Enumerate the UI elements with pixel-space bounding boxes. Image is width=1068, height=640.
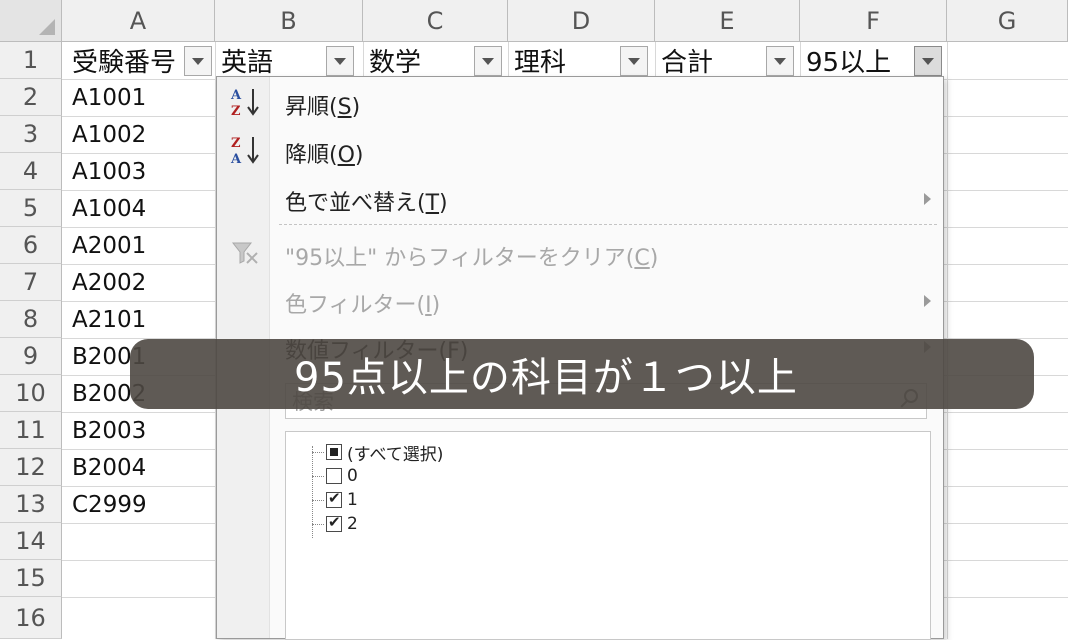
list-item[interactable]: 2 (326, 512, 358, 536)
cell-a3[interactable]: A1002 (66, 116, 214, 153)
row-header-12[interactable]: 12 (0, 449, 62, 486)
cell-a8[interactable]: A2101 (66, 301, 214, 338)
clear-filter-item[interactable]: "95以上" からフィルターをクリア(C) (285, 240, 658, 272)
row-header-8[interactable]: 8 (0, 301, 62, 338)
sort-descending-item[interactable]: 降順(O) (285, 137, 364, 169)
row-header-4[interactable]: 4 (0, 153, 62, 190)
cell-a7[interactable]: A2002 (66, 264, 214, 301)
row-header-13[interactable]: 13 (0, 486, 62, 523)
color-filter-item[interactable]: 色フィルター(I) (285, 287, 440, 319)
row-header-10[interactable]: 10 (0, 375, 62, 412)
submenu-arrow-icon (924, 193, 931, 205)
sort-ascending-item[interactable]: 昇順(S) (285, 89, 360, 121)
cell-a11[interactable]: B2003 (66, 412, 214, 449)
chevron-down-icon (482, 57, 494, 65)
clear-filter-icon (229, 239, 263, 273)
cell-a2[interactable]: A1001 (66, 79, 214, 116)
filter-values-list: (すべて選択) 0 1 2 (285, 431, 931, 640)
filter-dropdown-c[interactable] (474, 46, 502, 76)
cell-c1[interactable]: 数学 (363, 42, 473, 79)
row-header-7[interactable]: 7 (0, 264, 62, 301)
column-header-d[interactable]: D (508, 0, 655, 42)
svg-text:A: A (230, 88, 242, 103)
list-item[interactable]: 1 (326, 488, 358, 512)
row-header-9[interactable]: 9 (0, 338, 62, 375)
row-header-15[interactable]: 15 (0, 560, 62, 597)
cell-a6[interactable]: A2001 (66, 227, 214, 264)
list-item[interactable]: 0 (326, 464, 358, 488)
filter-dropdown-d[interactable] (620, 46, 648, 76)
cell-b1[interactable]: 英語 (215, 42, 325, 79)
chevron-down-icon (628, 57, 640, 65)
svg-text:Z: Z (231, 136, 241, 151)
chevron-down-icon (922, 57, 934, 65)
caption-overlay: 95点以上の科目が１つ以上 (130, 339, 1034, 409)
cell-a13[interactable]: C2999 (66, 486, 214, 523)
column-header-e[interactable]: E (655, 0, 800, 42)
filter-dropdown-b[interactable] (326, 46, 354, 76)
submenu-arrow-icon (924, 295, 931, 307)
column-header-g[interactable]: G (947, 0, 1068, 42)
cell-a1[interactable]: 受験番号 (66, 42, 184, 79)
column-header-b[interactable]: B (215, 0, 363, 42)
row-header-16[interactable]: 16 (0, 597, 62, 639)
select-all-checkbox[interactable] (326, 444, 342, 460)
chevron-down-icon (192, 57, 204, 65)
column-header-f[interactable]: F (800, 0, 947, 42)
column-header-c[interactable]: C (363, 0, 508, 42)
cell-a5[interactable]: A1004 (66, 190, 214, 227)
cell-f1[interactable]: 95以上 (800, 42, 912, 79)
list-item-select-all[interactable]: (すべて選択) (326, 440, 443, 465)
sort-az-icon: AZ (229, 85, 263, 123)
caption-text: 95点以上の科目が１つ以上 (294, 355, 798, 401)
row-header-5[interactable]: 5 (0, 190, 62, 227)
value-checkbox[interactable] (326, 513, 342, 532)
filter-dropdown-e[interactable] (766, 46, 794, 76)
row-header-1[interactable]: 1 (0, 42, 62, 79)
select-all-corner[interactable] (0, 0, 62, 42)
value-checkbox[interactable] (326, 468, 342, 484)
row-header-11[interactable]: 11 (0, 412, 62, 449)
cell-d1[interactable]: 理科 (508, 42, 618, 79)
cell-a12[interactable]: B2004 (66, 449, 214, 486)
row-header-2[interactable]: 2 (0, 79, 62, 116)
filter-dropdown-a[interactable] (184, 46, 212, 76)
value-checkbox[interactable] (326, 489, 342, 508)
svg-text:Z: Z (231, 104, 241, 119)
sort-by-color-item[interactable]: 色で並べ替え(T) (285, 185, 448, 217)
chevron-down-icon (334, 57, 346, 65)
row-header-3[interactable]: 3 (0, 116, 62, 153)
filter-dropdown-f[interactable] (914, 46, 942, 76)
sort-za-icon: ZA (229, 133, 263, 171)
cell-e1[interactable]: 合計 (655, 42, 765, 79)
column-header-a[interactable]: A (62, 0, 215, 42)
chevron-down-icon (774, 57, 786, 65)
cell-a4[interactable]: A1003 (66, 153, 214, 190)
row-header-14[interactable]: 14 (0, 523, 62, 560)
svg-text:A: A (230, 152, 242, 167)
row-header-6[interactable]: 6 (0, 227, 62, 264)
